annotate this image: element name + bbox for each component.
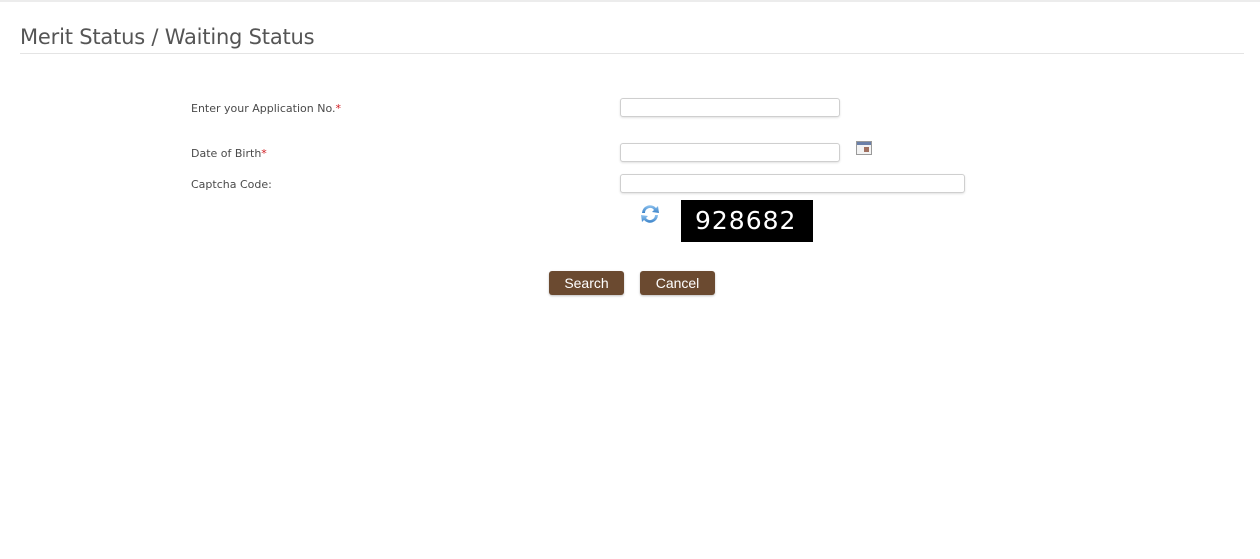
top-border	[0, 0, 1260, 2]
refresh-icon[interactable]	[638, 202, 662, 226]
page-title: Merit Status / Waiting Status	[20, 25, 315, 49]
cancel-button[interactable]: Cancel	[640, 271, 715, 295]
calendar-icon[interactable]	[856, 141, 872, 155]
search-button[interactable]: Search	[549, 271, 624, 295]
calendar-cell	[864, 147, 869, 152]
required-mark: *	[261, 147, 267, 160]
dob-input[interactable]	[620, 143, 840, 162]
captcha-input[interactable]	[620, 174, 965, 193]
dob-label: Date of Birth*	[191, 147, 267, 160]
application-no-label: Enter your Application No.*	[191, 102, 341, 115]
calendar-header	[857, 142, 871, 145]
application-no-label-text: Enter your Application No.	[191, 102, 336, 115]
dob-label-text: Date of Birth	[191, 147, 262, 160]
captcha-image: 928682	[681, 200, 813, 242]
application-no-input[interactable]	[620, 98, 840, 117]
required-mark: *	[335, 102, 341, 115]
captcha-label: Captcha Code:	[191, 178, 272, 191]
title-divider	[20, 53, 1244, 54]
